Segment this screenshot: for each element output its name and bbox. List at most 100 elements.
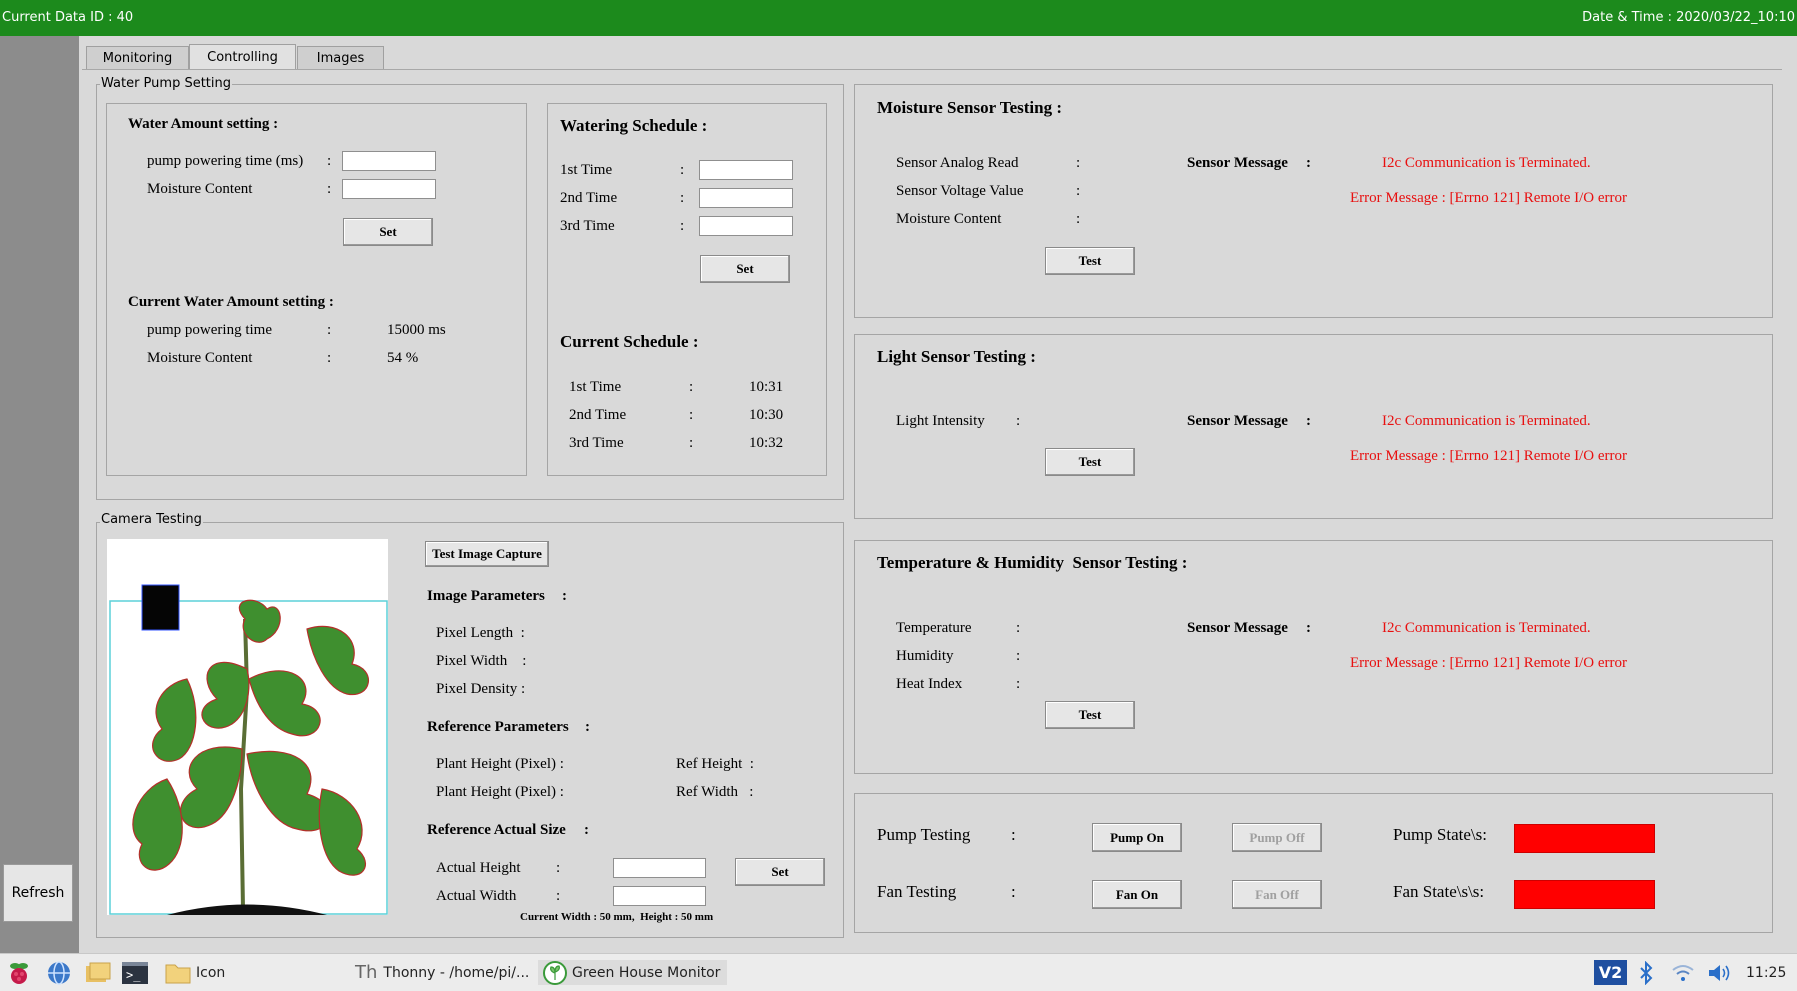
cur-schedule-3rd-value: 10:32 <box>749 435 784 451</box>
current-size-text: Current Width : 50 mm, Height : 50 mm <box>520 911 714 923</box>
light-test-button[interactable]: Test <box>1045 448 1135 476</box>
light-sensor-title: Light Sensor Testing : <box>877 347 1036 366</box>
green-house-taskbar-item[interactable]: Green House Monitor <box>538 960 727 985</box>
cur-moisture-label: Moisture Content <box>147 350 253 366</box>
fan-on-button[interactable]: Fan On <box>1092 880 1182 909</box>
vnc-icon[interactable]: V2 <box>1594 960 1627 985</box>
date-time: Date & Time : 2020/03/22_10:10 <box>1582 10 1795 25</box>
cur-schedule-1st-value: 10:31 <box>749 379 784 395</box>
schedule-3rd-label: 3rd Time <box>560 218 615 234</box>
heat-index-colon: : <box>1016 676 1021 692</box>
ref-width-label: Ref Width : <box>676 784 754 800</box>
image-parameters-colon: : <box>562 588 567 604</box>
moisture-sensor-title: Moisture Sensor Testing : <box>877 98 1062 117</box>
pump-time-input[interactable] <box>342 151 436 171</box>
pump-time-colon: : <box>327 153 332 169</box>
light-message-line2: Error Message : [Errno 121] Remote I/O e… <box>1350 448 1627 464</box>
reference-actual-size-colon: : <box>584 822 589 838</box>
fan-off-button[interactable]: Fan Off <box>1232 880 1322 909</box>
actual-width-input[interactable] <box>613 886 706 906</box>
current-water-title: Current Water Amount setting : <box>128 294 334 310</box>
watering-schedule-title: Watering Schedule : <box>560 116 708 135</box>
cur-schedule-3rd-label: 3rd Time <box>569 435 624 451</box>
voltage-value-label: Sensor Voltage Value <box>896 183 1024 199</box>
temp-test-button[interactable]: Test <box>1045 701 1135 729</box>
ref-height-label: Ref Height : <box>676 756 754 772</box>
schedule-set-button[interactable]: Set <box>700 255 790 283</box>
schedule-3rd-input[interactable] <box>699 216 793 236</box>
actual-size-set-button[interactable]: Set <box>735 858 825 886</box>
folder-taskbar-label: Icon <box>196 964 226 981</box>
cur-schedule-2nd-label: 2nd Time <box>569 407 627 423</box>
cur-schedule-2nd-value: 10:30 <box>749 407 784 423</box>
pump-time-label: pump powering time (ms) <box>147 153 304 169</box>
fan-state-indicator <box>1514 880 1655 909</box>
taskbar: >_ Icon Th Thonny - /home/pi/... Green H… <box>0 953 1797 991</box>
actual-height-label: Actual Height <box>436 860 521 876</box>
test-image-capture-button[interactable]: Test Image Capture <box>425 541 549 567</box>
volume-icon[interactable] <box>1706 960 1732 985</box>
green-house-taskbar-label: Green House Monitor <box>572 964 721 981</box>
image-parameters-title: Image Parameters <box>427 588 545 604</box>
tab-images[interactable]: Images <box>297 46 384 69</box>
camera-preview <box>107 539 388 915</box>
cur-schedule-2nd-colon: : <box>689 407 694 423</box>
cur-pump-colon: : <box>327 322 332 338</box>
tab-controlling[interactable]: Controlling <box>189 44 296 69</box>
browser-globe-icon[interactable] <box>46 960 72 985</box>
plant-app-icon <box>543 960 567 985</box>
fan-testing-label: Fan Testing <box>877 882 957 901</box>
analog-read-label: Sensor Analog Read <box>896 155 1019 171</box>
raspberry-menu-icon[interactable] <box>6 960 32 985</box>
temp-message-line1: I2c Communication is Terminated. <box>1382 620 1591 636</box>
cur-pump-value: 15000 ms <box>387 322 446 338</box>
sidebar <box>0 36 79 953</box>
tab-monitoring[interactable]: Monitoring <box>86 46 189 69</box>
wifi-icon[interactable] <box>1670 960 1696 985</box>
water-set-button[interactable]: Set <box>343 218 433 246</box>
schedule-2nd-input[interactable] <box>699 188 793 208</box>
reference-actual-size-title: Reference Actual Size <box>427 822 566 838</box>
moisture-input[interactable] <box>342 179 436 199</box>
heat-index-label: Heat Index <box>896 676 963 692</box>
title-bar: Current Data ID : 40 Date & Time : 2020/… <box>0 0 1797 36</box>
cur-schedule-1st-label: 1st Time <box>569 379 622 395</box>
light-sensor-message-label: Sensor Message <box>1187 413 1288 429</box>
water-pump-setting-title: Water Pump Setting <box>100 76 233 91</box>
moisture-test-button[interactable]: Test <box>1045 247 1135 275</box>
thonny-icon: Th <box>355 962 378 983</box>
temperature-label: Temperature <box>896 620 972 636</box>
moisture-sensor-panel <box>854 84 1773 318</box>
pump-on-button[interactable]: Pump On <box>1092 823 1182 852</box>
actual-height-input[interactable] <box>613 858 706 878</box>
pump-off-button[interactable]: Pump Off <box>1232 823 1322 852</box>
schedule-1st-input[interactable] <box>699 160 793 180</box>
cur-schedule-1st-colon: : <box>689 379 694 395</box>
camera-testing-title: Camera Testing <box>100 512 203 527</box>
moisture-message-line2: Error Message : [Errno 121] Remote I/O e… <box>1350 190 1627 206</box>
temperature-colon: : <box>1016 620 1021 636</box>
light-intensity-colon: : <box>1016 413 1021 429</box>
terminal-icon[interactable]: >_ <box>121 960 149 985</box>
bluetooth-icon[interactable] <box>1636 960 1656 985</box>
moisture-sensor-message-label: Sensor Message <box>1187 155 1288 171</box>
moisture-colon: : <box>327 181 332 197</box>
temp-sensor-message-colon: : <box>1306 620 1311 636</box>
thonny-taskbar-item[interactable]: Th Thonny - /home/pi/... <box>355 960 529 985</box>
fan-state-label: Fan State\s\s: <box>1393 882 1485 901</box>
reference-parameters-colon: : <box>585 719 590 735</box>
plant-height-label-1: Plant Height (Pixel) : <box>436 756 564 772</box>
plant-image <box>109 584 388 915</box>
pump-testing-colon: : <box>1011 825 1016 844</box>
actual-height-colon: : <box>556 860 561 876</box>
schedule-1st-colon: : <box>680 162 685 178</box>
pixel-width-label: Pixel Width : <box>436 653 527 669</box>
file-manager-icon[interactable] <box>84 960 112 985</box>
pump-testing-label: Pump Testing <box>877 825 971 844</box>
refresh-button[interactable]: Refresh <box>3 864 73 922</box>
schedule-1st-label: 1st Time <box>560 162 613 178</box>
temp-message-line2: Error Message : [Errno 121] Remote I/O e… <box>1350 655 1627 671</box>
folder-taskbar-item[interactable]: Icon <box>164 960 225 985</box>
cur-moisture-colon: : <box>327 350 332 366</box>
light-message-line1: I2c Communication is Terminated. <box>1382 413 1591 429</box>
